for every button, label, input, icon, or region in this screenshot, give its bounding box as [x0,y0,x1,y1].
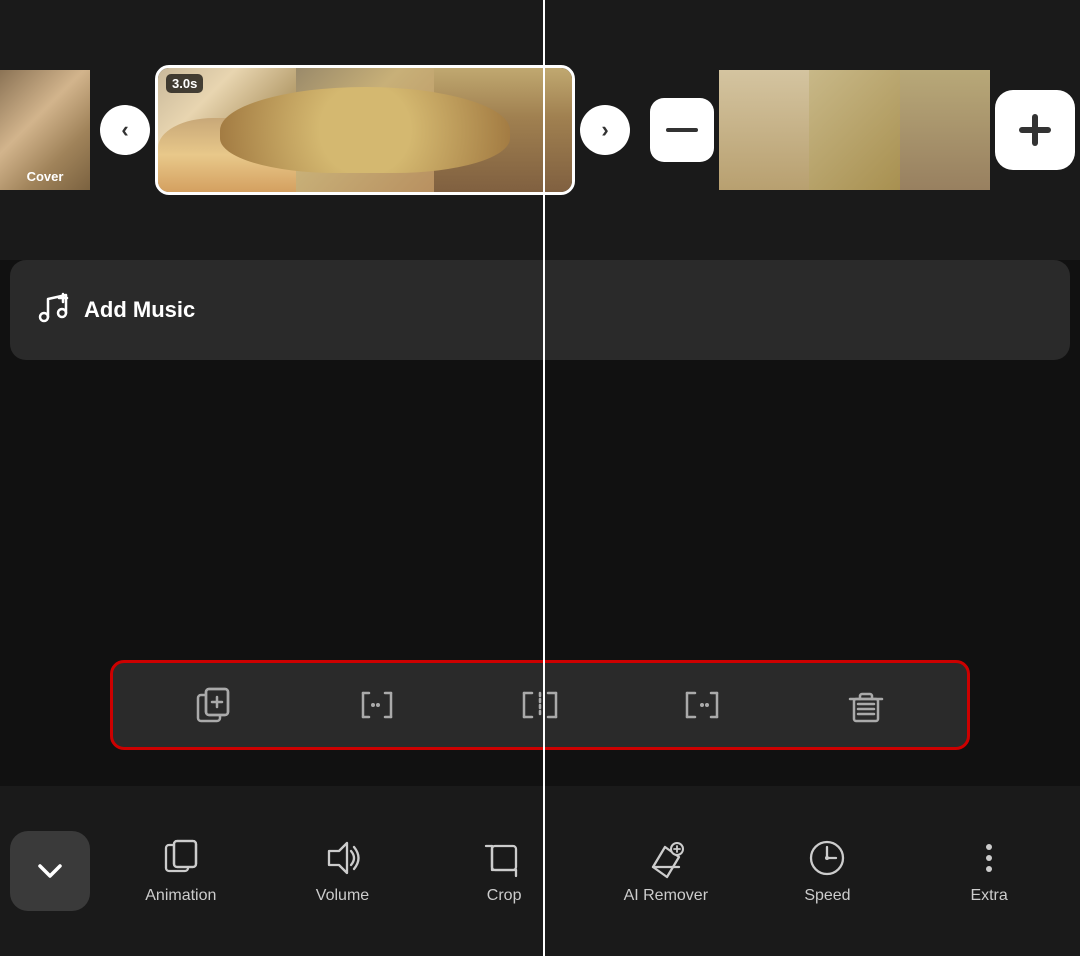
clip-duration-badge: 3.0s [166,74,203,93]
sec-clip-3 [900,70,990,190]
bottom-navigation: Animation Volume [0,786,1080,956]
add-music-section[interactable]: Add Music [10,260,1070,360]
speed-label: Speed [804,887,850,905]
split-left-button[interactable] [355,683,399,727]
add-clip-button[interactable] [995,90,1075,170]
timeline-area: Cover ‹ 3.0s › [0,0,1080,260]
minus-icon [666,127,698,133]
sec-clip-1 [719,70,809,190]
split-center-button[interactable] [518,683,562,727]
crop-label: Crop [487,887,522,905]
copy-add-button[interactable] [192,683,236,727]
cover-thumbnail[interactable]: Cover [0,70,90,190]
nav-item-volume[interactable]: Volume [297,837,387,905]
volume-label: Volume [316,887,369,905]
split-right-button[interactable] [681,683,725,727]
sec-clip-2 [809,70,899,190]
ai-remover-label: AI Remover [624,887,708,905]
animation-label: Animation [145,887,216,905]
add-music-label: Add Music [84,297,195,323]
chevron-down-icon [32,853,68,889]
extra-label: Extra [970,887,1007,905]
nav-item-animation[interactable]: Animation [136,837,226,905]
timeline-left-arrow-button[interactable]: ‹ [100,105,150,155]
remove-clip-button[interactable] [650,98,714,162]
selected-clip-strip: 3.0s [155,65,575,195]
left-arrow-icon: ‹ [121,117,128,143]
crop-icon [483,837,525,879]
ai-remover-icon [645,837,687,879]
nav-item-ai-remover[interactable]: AI Remover [621,837,711,905]
right-arrow-icon: › [601,117,608,143]
middle-empty-area [0,370,1080,690]
cover-label: Cover [27,169,64,184]
nav-items-container: Animation Volume [100,837,1070,905]
timeline-right-arrow-button[interactable]: › [580,105,630,155]
volume-icon [321,837,363,879]
close-panel-button[interactable] [10,831,90,911]
clip-frame-2 [296,68,434,192]
delete-button[interactable] [844,683,888,727]
animation-icon [160,837,202,879]
nav-item-extra[interactable]: Extra [944,837,1034,905]
secondary-clips-strip [719,70,990,190]
nav-item-speed[interactable]: Speed [782,837,872,905]
plus-icon [1015,110,1055,150]
extra-icon [968,837,1010,879]
nav-item-crop[interactable]: Crop [459,837,549,905]
toolbar-strip [110,660,970,750]
speed-icon [806,837,848,879]
music-add-icon [34,289,70,332]
